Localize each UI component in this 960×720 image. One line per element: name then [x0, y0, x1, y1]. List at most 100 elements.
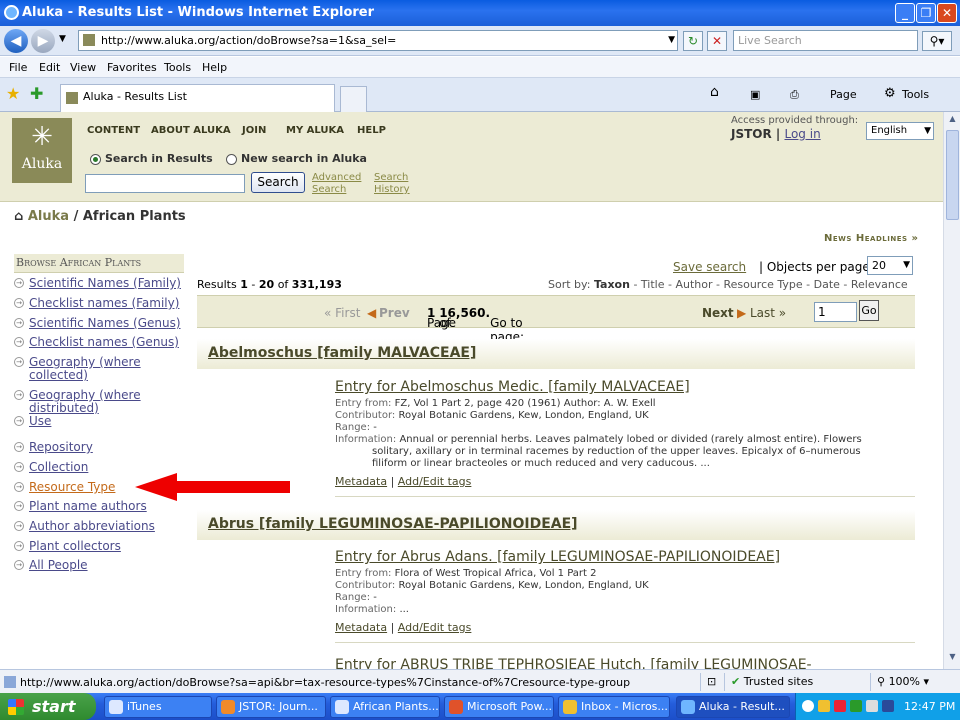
home-icon[interactable]: ⌂ [710, 84, 719, 100]
sidebar-item-label[interactable]: Geography (where [29, 355, 184, 369]
task-itunes[interactable]: iTunes [104, 696, 212, 718]
save-search-link[interactable]: Save search [673, 260, 746, 274]
close-button[interactable]: ✕ [937, 3, 957, 23]
menu-favorites[interactable]: Favorites [107, 61, 157, 74]
feeds-icon[interactable]: ▣ [750, 88, 760, 101]
sidebar-item-label[interactable]: Checklist names (Genus) [29, 335, 184, 349]
zoom-control[interactable]: ⚲ 100% ▾ [870, 673, 958, 691]
tools-menu[interactable]: Tools [902, 88, 929, 101]
address-dropdown-icon[interactable]: ▼ [668, 31, 675, 50]
sort-options[interactable]: - Title - Author - Resource Type - Date … [633, 278, 907, 291]
sidebar-item-label[interactable]: All People [29, 558, 184, 572]
metadata-link[interactable]: Metadata [335, 621, 387, 634]
sort-current: Taxon [593, 278, 630, 291]
search-history-link-2[interactable]: History [374, 184, 410, 195]
news-headlines-link[interactable]: News Headlines » [824, 233, 918, 244]
page-menu[interactable]: Page [830, 88, 857, 101]
nav-content[interactable]: CONTENT [87, 125, 140, 136]
add-tags-link[interactable]: Add/Edit tags [398, 621, 472, 634]
entry-title[interactable]: Entry for ABRUS TRIBE TEPHROSIEAE Hutch.… [335, 657, 915, 669]
forward-button[interactable]: ▶ [31, 29, 55, 53]
menu-edit[interactable]: Edit [39, 61, 60, 74]
pager-last[interactable]: Last » [750, 306, 786, 320]
minimize-button[interactable]: _ [895, 3, 915, 23]
favorites-star-icon[interactable]: ★ [6, 84, 20, 103]
menu-view[interactable]: View [70, 61, 96, 74]
sidebar-item-label[interactable]: Scientific Names (Family) [29, 276, 184, 290]
tray-app-icon[interactable] [882, 700, 894, 712]
home-icon[interactable]: ⌂ [14, 209, 23, 224]
go-button[interactable]: Go [859, 300, 879, 321]
scroll-down-icon[interactable]: ▼ [946, 652, 959, 666]
sidebar-item-label[interactable]: Author abbreviations [29, 519, 184, 533]
sidebar-item-label[interactable]: Plant name authors [29, 499, 184, 513]
back-button[interactable]: ◀ [4, 29, 28, 53]
menu-help[interactable]: Help [202, 61, 227, 74]
goto-page-input[interactable]: 1 [814, 302, 857, 322]
tab-aluka[interactable]: Aluka - Results List [60, 84, 335, 112]
sidebar-item-label[interactable]: Checklist names (Family) [29, 296, 184, 310]
advanced-search-link-2[interactable]: Search [312, 184, 346, 195]
menu-tools[interactable]: Tools [164, 61, 191, 74]
maximize-button[interactable]: ❐ [916, 3, 936, 23]
aluka-logo[interactable]: ✳ Aluka [12, 118, 72, 183]
task-powerpoint[interactable]: Microsoft Pow... [444, 696, 554, 718]
result-group-title[interactable]: Abelmoschus [family MALVACEAE] [208, 345, 476, 361]
login-link[interactable]: Log in [784, 127, 820, 141]
sidebar-item-label[interactable]: Use [29, 414, 184, 428]
new-tab-button[interactable] [340, 86, 367, 112]
search-go-icon[interactable]: ⚲▾ [922, 31, 952, 51]
start-button[interactable]: start [0, 693, 96, 720]
language-select[interactable]: English ▼ [866, 122, 934, 140]
sidebar-item-label-line2[interactable]: distributed) [29, 401, 184, 415]
metadata-link[interactable]: Metadata [335, 475, 387, 488]
entry-title[interactable]: Entry for Abrus Adans. [family LEGUMINOS… [335, 549, 915, 565]
breadcrumb-home[interactable]: Aluka [28, 209, 69, 224]
window-title: Aluka - Results List - Windows Internet … [22, 5, 375, 20]
advanced-search-link-1[interactable]: Advanced [312, 172, 361, 183]
sidebar-item-label[interactable]: Collection [29, 460, 184, 474]
sidebar-item-label[interactable]: Geography (where [29, 388, 184, 402]
scroll-thumb[interactable] [946, 130, 959, 220]
arrow-circle-icon: » [911, 233, 919, 244]
add-favorite-icon[interactable]: ✚ [30, 84, 43, 103]
new-search-radio[interactable] [226, 154, 237, 165]
pager-next[interactable]: Next [702, 306, 734, 320]
address-bar[interactable]: http://www.aluka.org/action/doBrowse?sa=… [78, 30, 678, 51]
entry-title[interactable]: Entry for Abelmoschus Medic. [family MAL… [335, 379, 915, 395]
task-african-plants[interactable]: African Plants... [330, 696, 440, 718]
nav-join[interactable]: JOIN [242, 125, 266, 136]
tray-back-icon[interactable] [802, 700, 814, 712]
scroll-up-icon[interactable]: ▲ [946, 114, 959, 128]
result-group-title[interactable]: Abrus [family LEGUMINOSAE-PAPILIONOIDEAE… [208, 516, 578, 532]
tray-app-icon[interactable] [818, 700, 830, 712]
nav-about[interactable]: ABOUT ALUKA [151, 125, 231, 136]
sidebar-item-label[interactable]: Repository [29, 440, 184, 454]
history-dropdown-icon[interactable]: ▼ [59, 34, 66, 44]
tray-network-icon[interactable] [866, 700, 878, 712]
sidebar-item-label[interactable]: Plant collectors [29, 539, 184, 553]
sidebar-item-label-line2[interactable]: collected) [29, 368, 184, 382]
menu-file[interactable]: File [9, 61, 27, 74]
nav-help[interactable]: HELP [357, 125, 386, 136]
live-search-input[interactable]: Live Search [733, 30, 918, 51]
search-in-results-radio[interactable] [90, 154, 101, 165]
print-icon[interactable]: ⎙ [790, 88, 799, 102]
per-page-select[interactable]: 20 ▼ [867, 256, 913, 275]
refresh-icon[interactable]: ↻ [683, 31, 703, 51]
search-input[interactable] [85, 174, 245, 193]
task-inbox[interactable]: Inbox - Micros... [558, 696, 670, 718]
range-value: - [373, 422, 377, 433]
tray-app-icon[interactable] [834, 700, 846, 712]
search-button[interactable]: Search [251, 172, 305, 193]
nav-my-aluka[interactable]: MY ALUKA [286, 125, 344, 136]
add-tags-link[interactable]: Add/Edit tags [398, 475, 472, 488]
vertical-scrollbar[interactable]: ▲ ▼ [943, 112, 960, 669]
stop-icon[interactable]: ✕ [707, 31, 727, 51]
arrow-circle-icon: → [14, 521, 24, 531]
sidebar-item-label[interactable]: Scientific Names (Genus) [29, 316, 184, 330]
search-history-link-1[interactable]: Search [374, 172, 408, 183]
task-aluka[interactable]: Aluka - Result... [676, 696, 790, 718]
tray-app-icon[interactable] [850, 700, 862, 712]
task-jstor[interactable]: JSTOR: Journ... [216, 696, 326, 718]
